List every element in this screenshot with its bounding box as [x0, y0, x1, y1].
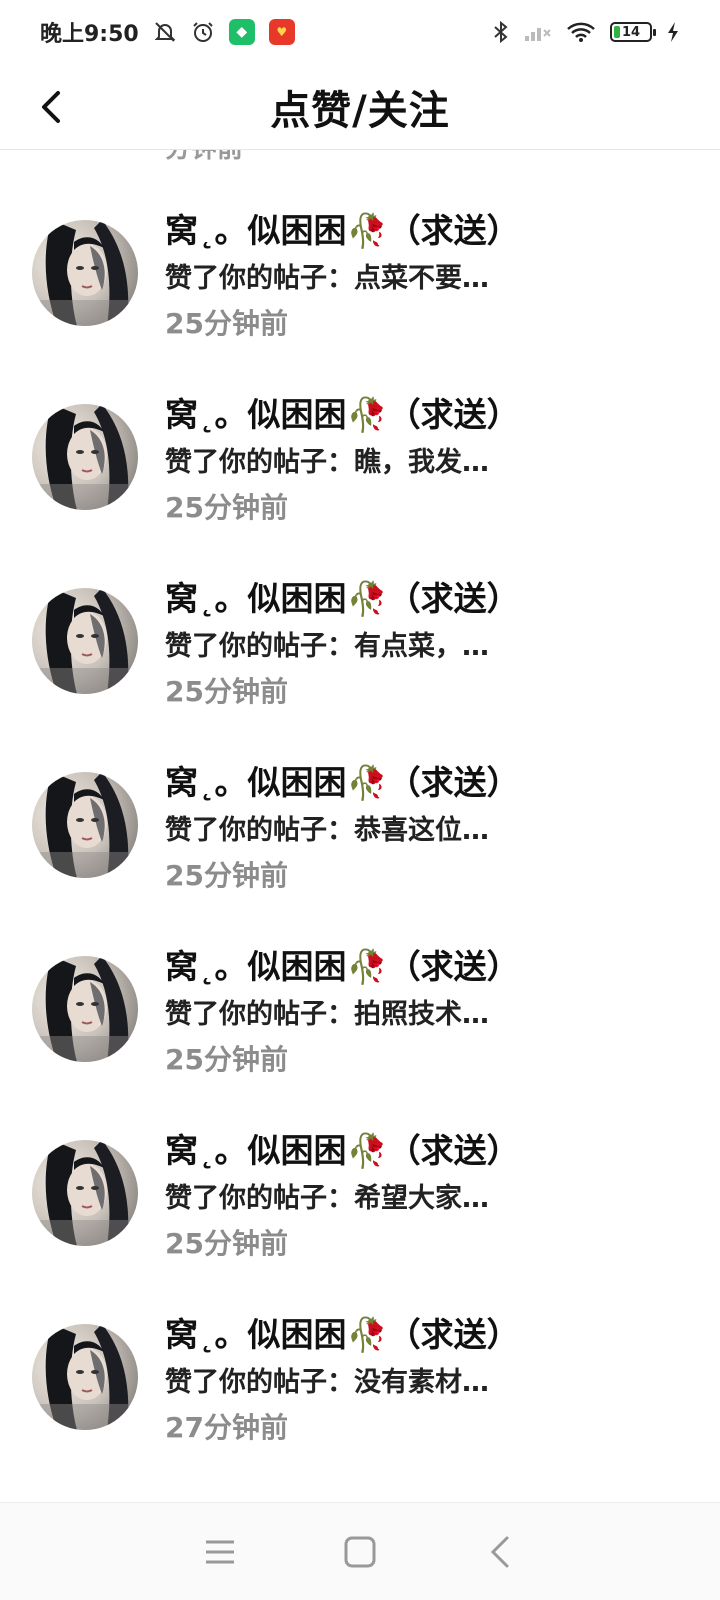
menu-button[interactable]: [190, 1522, 250, 1582]
status-right: 14: [492, 20, 680, 44]
home-button[interactable]: [330, 1522, 390, 1582]
bell-muted-icon: [153, 20, 177, 44]
status-time: 晚上9:50: [40, 22, 139, 47]
item-user-name[interactable]: 窝˛。似困困🥀（求送）: [165, 1124, 520, 1172]
avatar-image: [32, 588, 138, 694]
list-item[interactable]: 窝˛。似困困🥀（求送） 赞了你的帖子：点菜不要… 25分钟前: [0, 150, 720, 340]
list-item[interactable]: 窝˛。似困困🥀（求送） 赞了你的帖子：拍照技术… 25分钟前: [0, 886, 720, 1076]
status-bar: 晚上9:50 ◆ ♥ 14: [0, 0, 720, 64]
avatar[interactable]: [32, 588, 138, 694]
list-item[interactable]: 窝˛。似困困🥀（求送） 赞了你的帖子：瞧，我发… 25分钟前: [0, 334, 720, 524]
item-user-name[interactable]: 窝˛。似困困🥀（求送）: [165, 756, 520, 804]
item-user-name[interactable]: 窝˛。似困困🥀（求送）: [165, 572, 520, 620]
back-nav-button[interactable]: [470, 1522, 530, 1582]
item-action-text: 赞了你的帖子：拍照技术…: [165, 999, 489, 1030]
item-user-name[interactable]: 窝˛。似困困🥀（求送）: [165, 1308, 520, 1356]
alarm-icon: [191, 20, 215, 44]
item-timestamp: 27分钟前: [165, 1411, 288, 1444]
red-app-icon: ♥: [268, 19, 295, 45]
back-button[interactable]: [26, 82, 76, 132]
avatar-image: [32, 404, 138, 510]
avatar[interactable]: [32, 220, 138, 326]
item-action-text: 赞了你的帖子：没有素材…: [165, 1367, 489, 1398]
page-title: 点赞/关注: [270, 87, 450, 134]
list-item[interactable]: 窝˛。似困困🥀（求送） 赞了你的帖子：有点菜，… 25分钟前: [0, 518, 720, 708]
avatar-image: [32, 1324, 138, 1430]
avatar[interactable]: [32, 772, 138, 878]
menu-icon: [206, 1540, 234, 1563]
item-action-text: 赞了你的帖子：有点菜，…: [165, 631, 489, 662]
back-triangle-icon: [490, 1536, 509, 1567]
list-item[interactable]: 窝˛。似困困🥀（求送） 赞了你的帖子：希望大家… 25分钟前: [0, 1070, 720, 1260]
list-item[interactable]: 窝˛。似困困🥀（求送） 赞了你的帖子：没有素材… 27分钟前: [0, 1254, 720, 1444]
signal-icon: [524, 22, 552, 42]
avatar-image: [32, 772, 138, 878]
item-user-name[interactable]: 窝˛。似困困🥀（求送）: [165, 204, 520, 252]
item-action-text: 赞了你的帖子：恭喜这位…: [165, 815, 489, 846]
item-user-name[interactable]: 窝˛。似困困🥀（求送）: [165, 940, 520, 988]
wifi-icon: [566, 21, 596, 43]
avatar[interactable]: [32, 1324, 138, 1430]
avatar-image: [32, 1140, 138, 1246]
battery-level: 14: [621, 24, 641, 40]
avatar[interactable]: [32, 1140, 138, 1246]
battery-icon: 14: [610, 22, 656, 42]
chevron-left-icon: [42, 91, 60, 123]
header: 点赞/关注: [0, 64, 720, 150]
status-left: 晚上9:50 ◆ ♥: [40, 16, 295, 48]
avatar[interactable]: [32, 404, 138, 510]
avatar-image: [32, 220, 138, 326]
avatar[interactable]: [32, 956, 138, 1062]
charging-icon: [666, 21, 680, 43]
item-action-text: 赞了你的帖子：点菜不要…: [165, 263, 489, 294]
notification-list[interactable]: 分钟前 窝˛。似困困🥀（求送） 赞了你的帖子：点菜不要… 25分钟前: [0, 150, 720, 1502]
item-action-text: 赞了你的帖子：瞧，我发…: [165, 447, 489, 478]
green-app-icon: ◆: [228, 19, 255, 45]
list-item[interactable]: 窝˛。似困困🥀（求送） 赞了你的帖子：恭喜这位… 25分钟前: [0, 702, 720, 892]
home-square-icon: [344, 1536, 376, 1567]
system-nav-bar: [0, 1502, 720, 1600]
item-action-text: 赞了你的帖子：希望大家…: [165, 1183, 489, 1214]
avatar-image: [32, 956, 138, 1062]
bluetooth-icon: [492, 20, 510, 44]
item-user-name[interactable]: 窝˛。似困困🥀（求送）: [165, 388, 520, 436]
